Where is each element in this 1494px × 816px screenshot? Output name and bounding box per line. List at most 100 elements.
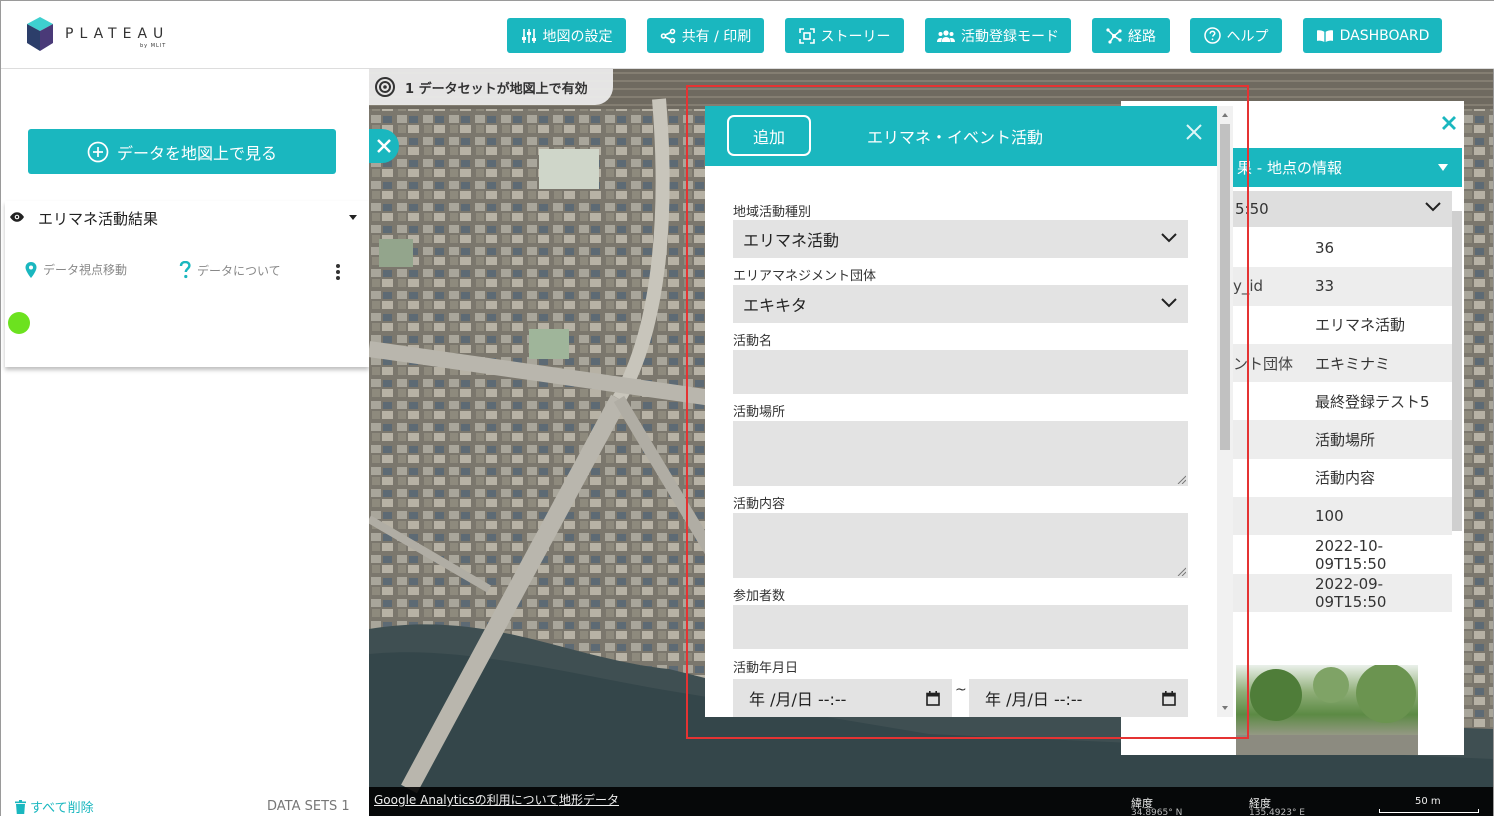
question-icon: [179, 261, 191, 279]
row-value: 活動場所: [1315, 431, 1376, 450]
share-print-button[interactable]: 共有 / 印刷: [647, 18, 764, 53]
participants-label: 参加者数: [733, 589, 786, 604]
close-icon: [377, 139, 391, 153]
feature-info-subhead[interactable]: 5:50: [1231, 191, 1452, 227]
organization-select[interactable]: エキキタ: [733, 285, 1188, 323]
help-label: ヘルプ: [1226, 28, 1269, 45]
row-value: 最終登録テスト5: [1315, 392, 1430, 411]
close-icon[interactable]: [1185, 123, 1203, 141]
route-button[interactable]: 経路: [1092, 18, 1170, 53]
sliders-icon: [521, 28, 536, 43]
latitude-value: 34.8965° N: [1131, 808, 1183, 816]
eye-icon[interactable]: [9, 211, 25, 223]
photo-foliage: [1236, 665, 1418, 755]
table-row: 2022-09-09T15:50: [1231, 573, 1452, 612]
longitude-value: 135.4923° E: [1249, 808, 1305, 816]
terrain-data-link[interactable]: 地形データ: [559, 791, 619, 808]
chevron-down-icon: [1425, 202, 1441, 212]
row-value: 活動内容: [1315, 469, 1376, 488]
share-icon: [660, 28, 675, 43]
form-title: エリマネ・イベント活動: [867, 128, 1044, 147]
activity-place-textarea[interactable]: [733, 421, 1188, 486]
table-row: 活動内容: [1231, 459, 1452, 497]
table-row: 最終登録テスト5: [1231, 382, 1452, 420]
zoom-to-data-action[interactable]: データ視点移動: [25, 261, 127, 278]
plus-circle-icon: [87, 141, 109, 162]
row-value: エキミナミ: [1315, 354, 1391, 373]
date-from-value: 年 /月/日 --:--: [749, 690, 847, 709]
resize-handle-icon[interactable]: [1177, 475, 1186, 484]
form-scrollbar-thumb[interactable]: [1220, 124, 1230, 450]
table-row: 活動場所: [1231, 420, 1452, 459]
map-settings-label: 地図の設定: [542, 28, 613, 45]
logo-subtitle: by MLIT: [140, 43, 167, 49]
activity-name-input[interactable]: [733, 350, 1188, 394]
activity-mode-label: 活動登録モード: [961, 28, 1059, 45]
row-value: 2022-10-09T15:50: [1315, 536, 1387, 573]
chevron-down-icon: [1161, 298, 1177, 308]
scroll-up-arrow-icon[interactable]: [1222, 113, 1228, 117]
info-scrollbar[interactable]: [1452, 211, 1462, 531]
activity-registration-form: 追加 エリマネ・イベント活動 地域活動種別 エリマネ活動 エリアマネジメント団体…: [705, 106, 1233, 717]
trash-icon: [15, 799, 26, 814]
date-to-input[interactable]: 年 /月/日 --:--: [969, 679, 1188, 717]
organization-label: エリアマネジメント団体: [733, 269, 877, 284]
route-icon: [1106, 27, 1122, 44]
activity-photo: [1236, 665, 1418, 755]
scale-label: 50 m: [1415, 796, 1441, 807]
activity-type-select[interactable]: エリマネ活動: [733, 220, 1188, 258]
plateau-logo[interactable]: PLATEAU by MLIT: [27, 17, 197, 53]
caret-down-icon: [1438, 164, 1448, 171]
activity-mode-button[interactable]: 活動登録モード: [925, 18, 1071, 53]
share-print-label: 共有 / 印刷: [681, 28, 752, 45]
about-data-action[interactable]: データについて: [179, 261, 281, 279]
dashboard-button[interactable]: DASHBOARD: [1303, 18, 1442, 53]
resize-handle-icon[interactable]: [1177, 567, 1186, 576]
add-data-label: データを地図上で見る: [116, 143, 277, 163]
calendar-icon[interactable]: [1162, 691, 1176, 706]
row-value: 36: [1315, 239, 1335, 258]
active-datasets-badge[interactable]: 1 データセットが地図上で有効: [369, 69, 613, 105]
row-key: ント団体: [1233, 354, 1294, 373]
story-button[interactable]: ストーリー: [785, 18, 904, 53]
active-datasets-label: 1 データセットが地図上で有効: [405, 81, 588, 97]
google-analytics-link[interactable]: Google Analyticsの利用について: [374, 791, 558, 808]
dataset-title[interactable]: エリマネ活動結果: [38, 208, 158, 229]
date-range-separator: ~: [955, 682, 967, 698]
map-settings-button[interactable]: 地図の設定: [507, 18, 626, 53]
activity-place-label: 活動場所: [733, 405, 786, 420]
about-data-label: データについて: [197, 263, 281, 278]
table-row: 36: [1231, 229, 1452, 267]
story-label: ストーリー: [820, 28, 891, 45]
remove-all-button[interactable]: すべて削除: [15, 797, 94, 816]
date-from-input[interactable]: 年 /月/日 --:--: [733, 679, 952, 717]
legend-swatch: [8, 312, 30, 334]
feature-info-subhead-text: 5:50: [1235, 200, 1269, 218]
book-icon: [1316, 29, 1333, 42]
table-row: 100: [1231, 497, 1452, 536]
more-vertical-icon[interactable]: [335, 263, 341, 281]
add-button[interactable]: 追加: [727, 115, 811, 156]
dashboard-label: DASHBOARD: [1339, 27, 1430, 44]
activity-content-textarea[interactable]: [733, 513, 1188, 578]
activity-type-label: 地域活動種別: [733, 205, 812, 220]
add-data-button[interactable]: データを地図上で見る: [28, 129, 336, 174]
close-icon[interactable]: [1441, 115, 1457, 131]
feature-info-table: 36 y_id 33 エリマネ活動 ント団体 エキミナミ 最終登録テスト5 活動場所…: [1231, 229, 1452, 612]
help-button[interactable]: ヘルプ: [1190, 18, 1282, 53]
map-pin-icon: [25, 261, 37, 278]
activity-content-label: 活動内容: [733, 497, 786, 512]
table-row: y_id 33: [1231, 267, 1452, 306]
story-icon: [798, 27, 815, 44]
scroll-down-arrow-icon[interactable]: [1222, 706, 1228, 710]
date-to-value: 年 /月/日 --:--: [985, 690, 1083, 709]
datasets-count: DATA SETS 1: [267, 799, 350, 814]
calendar-icon[interactable]: [926, 691, 940, 706]
zoom-to-data-label: データ視点移動: [43, 263, 128, 277]
feature-info-title[interactable]: 果 - 地点の情報: [1231, 148, 1462, 187]
dataset-expand-caret-icon[interactable]: [349, 215, 357, 220]
row-value: エリマネ活動: [1315, 316, 1406, 335]
activity-type-value: エリマネ活動: [743, 231, 840, 250]
dataset-card: エリマネ活動結果 データ視点移動 データについて: [5, 201, 369, 367]
participants-input[interactable]: [733, 605, 1188, 649]
